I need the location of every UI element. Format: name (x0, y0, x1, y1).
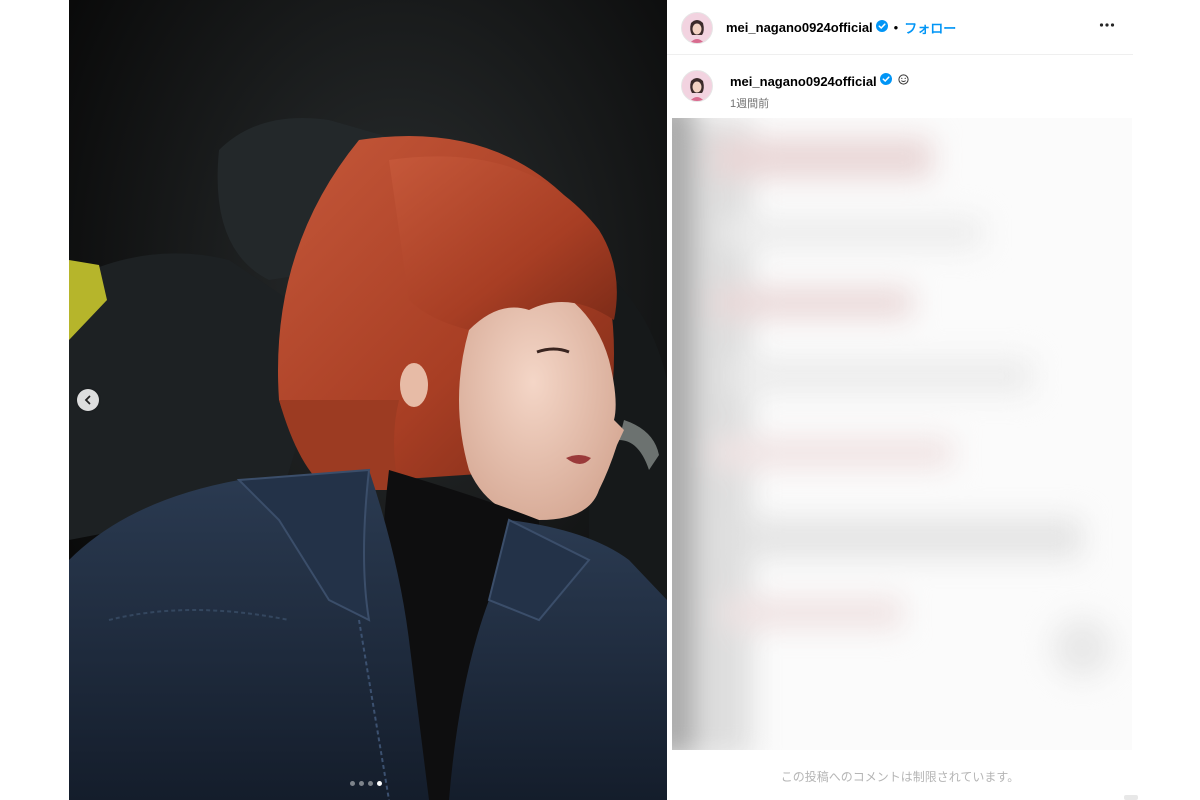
caption-avatar[interactable] (681, 70, 713, 102)
separator-dot: • (893, 20, 899, 35)
scroll-indicator (1124, 795, 1138, 800)
carousel-dot (350, 781, 355, 786)
comments-restricted-notice: この投稿へのコメントは制限されています。 (780, 770, 1020, 784)
smiley-icon (898, 72, 909, 90)
previous-slide-button[interactable] (77, 389, 99, 411)
post-media[interactable] (69, 0, 667, 800)
follow-button[interactable]: フォロー (904, 18, 956, 37)
carousel-indicator (350, 781, 382, 786)
verified-badge-icon (875, 19, 888, 37)
more-options-button[interactable] (1099, 17, 1115, 38)
caption-header: mei_nagano0924official (667, 60, 1133, 120)
caption-username-link[interactable]: mei_nagano0924official (730, 74, 877, 89)
carousel-dot (368, 781, 373, 786)
username-link[interactable]: mei_nagano0924official (726, 20, 873, 35)
verified-badge-icon (879, 72, 892, 90)
post-timestamp: 1週間前 (730, 98, 770, 110)
more-options-icon (1099, 23, 1115, 27)
blurred-content (672, 118, 1132, 750)
carousel-dot-active (377, 781, 382, 786)
post-header: mei_nagano0924official • フォロー (667, 0, 1133, 55)
post-photo (69, 0, 667, 800)
page-margin (1133, 0, 1200, 800)
avatar[interactable] (681, 12, 713, 44)
chevron-left-icon (84, 395, 91, 405)
carousel-dot (359, 781, 364, 786)
